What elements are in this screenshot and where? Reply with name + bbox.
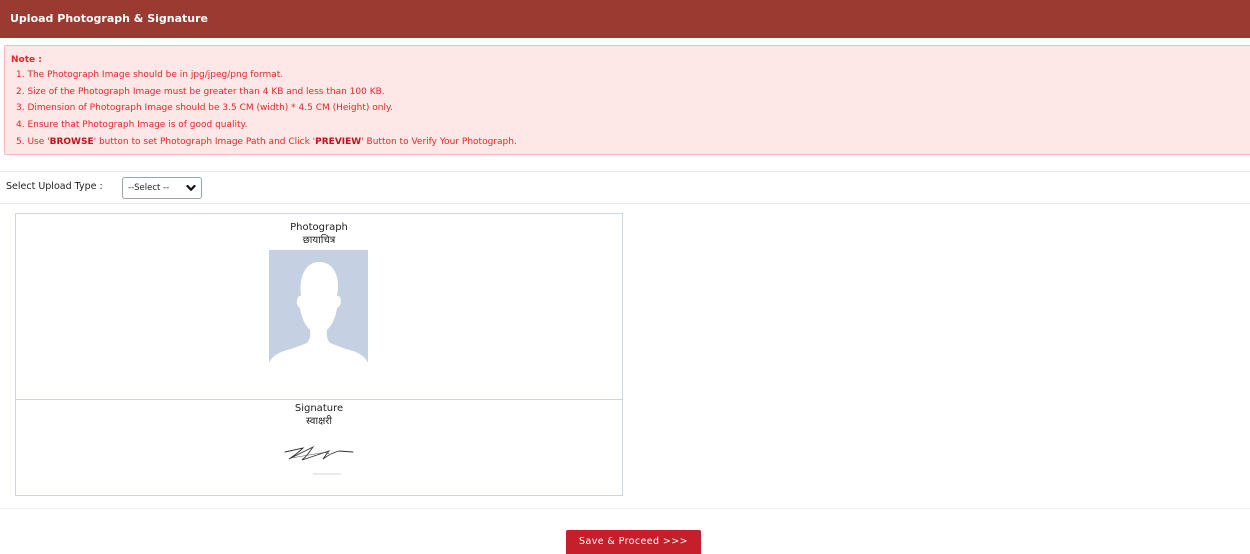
page-title: Upload Photograph & Signature (10, 12, 208, 25)
upload-type-label: Select Upload Type : (6, 181, 103, 192)
browse-keyword: BROWSE (49, 136, 94, 147)
note-line-5: 5. Use 'BROWSE' button to set Photograph… (11, 134, 1250, 151)
photograph-label-hindi: छायाचित्र (302, 235, 336, 246)
note-title: Note : (11, 55, 42, 65)
note-line-5-pre: 5. Use ' (16, 136, 50, 147)
photograph-label: Photograph (290, 222, 348, 233)
signature-image-icon (284, 445, 354, 475)
save-proceed-button[interactable]: Save & Proceed >>> (566, 530, 701, 554)
photograph-preview[interactable] (269, 250, 368, 378)
upload-type-selected-value: --Select -- (128, 183, 170, 193)
note-line-5-post: ' Button to Verify Your Photograph. (361, 136, 517, 147)
page-header: Upload Photograph & Signature (0, 0, 1250, 38)
upload-type-row: Select Upload Type : --Select -- (0, 171, 1250, 204)
upload-type-select[interactable]: --Select -- (122, 177, 202, 199)
note-line-4: 4. Ensure that Photograph Image is of go… (16, 120, 248, 131)
signature-preview[interactable] (269, 434, 368, 478)
note-line-2: 2. Size of the Photograph Image must be … (16, 86, 385, 97)
signature-label-hindi: स्वाक्षरी (306, 416, 332, 427)
note-line-5-mid: ' button to set Photograph Image Path an… (93, 136, 316, 147)
signature-label: Signature (294, 403, 344, 414)
signature-cell: Signature स्वाक्षरी (16, 400, 622, 495)
note-line-1: 1. The Photograph Image should be in jpg… (16, 70, 284, 80)
photograph-cell: Photograph छायाचित्र (16, 214, 622, 399)
note-panel: Note : 1. The Photograph Image should be… (4, 45, 1250, 155)
form-divider (0, 508, 1250, 509)
upload-panel: Photograph छायाचित्र Signature स्वाक्षरी (15, 213, 623, 496)
note-line-3: 3. Dimension of Photograph Image should … (16, 103, 393, 114)
avatar-placeholder-icon (269, 250, 368, 378)
chevron-down-icon (186, 182, 196, 202)
preview-keyword: PREVIEW (315, 136, 362, 147)
